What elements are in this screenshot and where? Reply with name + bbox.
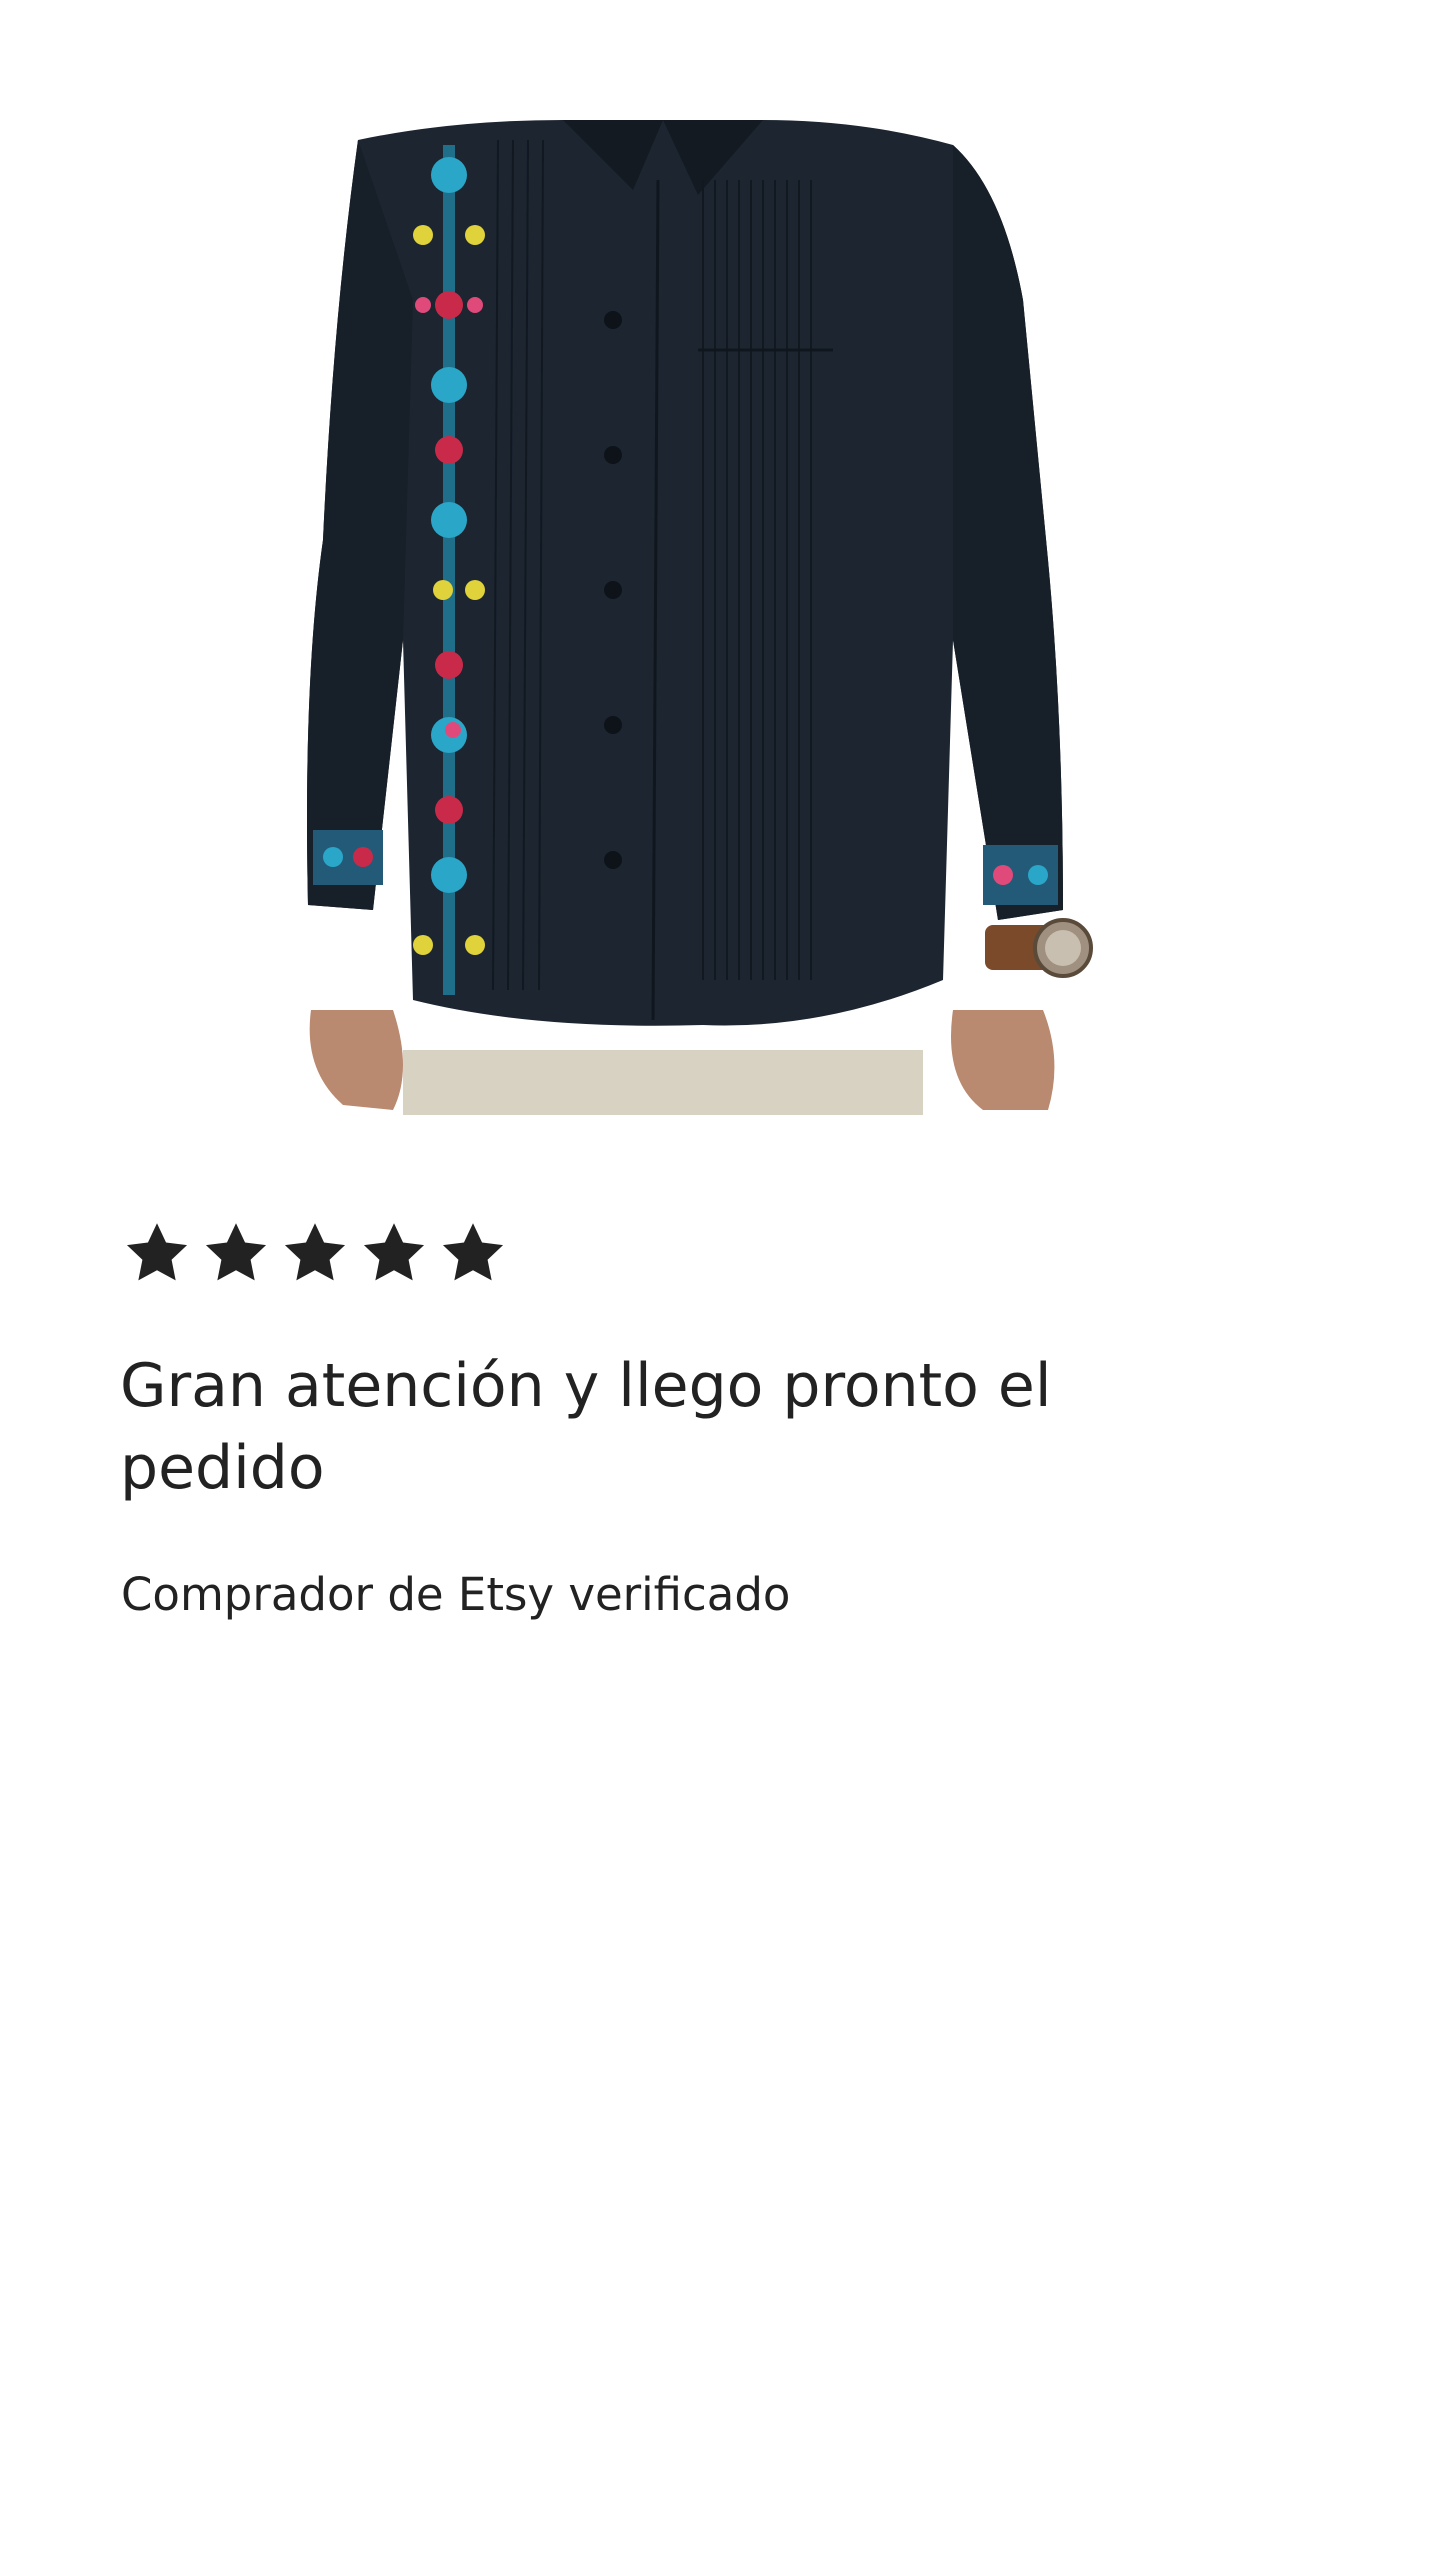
star-rating — [122, 1218, 508, 1288]
star-icon — [363, 1223, 425, 1281]
star-icon — [442, 1223, 504, 1281]
review-title: Gran atención y llego pronto el pedido — [120, 1351, 1052, 1503]
star-icon — [284, 1223, 346, 1281]
shirt-image — [307, 120, 1093, 1115]
star-icon — [205, 1223, 267, 1281]
reviewer-name: Comprador de Etsy verificado — [121, 1568, 791, 1621]
product-photo[interactable] — [303, 120, 1093, 1115]
star-icon — [126, 1223, 188, 1281]
